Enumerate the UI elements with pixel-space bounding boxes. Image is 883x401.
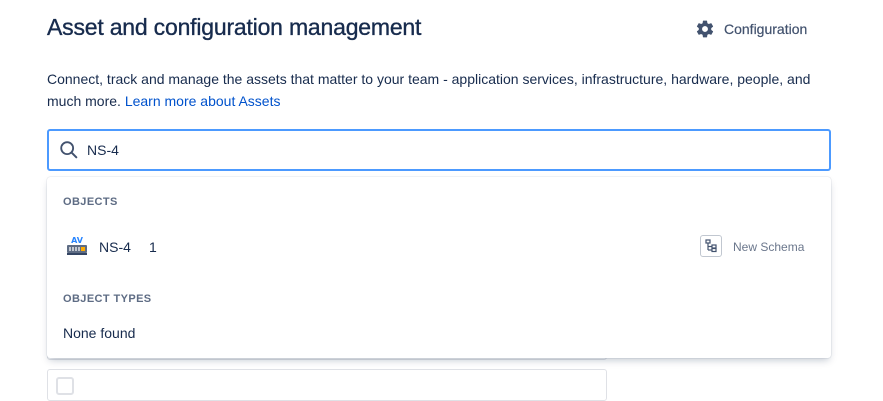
schema-tree-icon [700, 235, 722, 257]
search-box[interactable] [47, 129, 831, 171]
search-icon [58, 139, 80, 166]
configuration-button[interactable]: Configuration [695, 17, 807, 41]
schema-name: New Schema [733, 240, 805, 254]
objects-heading: OBJECTS [63, 196, 118, 208]
svg-text:AV: AV [71, 236, 84, 245]
configuration-label: Configuration [724, 21, 808, 37]
page-description: Connect, track and manage the assets tha… [47, 68, 847, 112]
search-results-dropdown: OBJECTS AV NS-4 1 New Schema OBJECT TYPE… [47, 177, 831, 358]
learn-more-link[interactable]: Learn more about Assets [125, 93, 281, 109]
object-name: NS-4 [99, 239, 131, 255]
object-types-heading: OBJECT TYPES [63, 293, 152, 305]
background-list-row [47, 369, 607, 401]
av-device-icon: AV [66, 235, 88, 262]
gear-icon [695, 19, 715, 39]
object-id: 1 [149, 239, 157, 255]
row-checkbox[interactable] [56, 377, 74, 395]
page-title: Asset and configuration management [47, 14, 422, 40]
object-types-empty-message: None found [63, 325, 136, 341]
search-input[interactable] [87, 131, 787, 169]
object-result-row[interactable]: AV NS-4 1 New Schema [47, 229, 831, 265]
